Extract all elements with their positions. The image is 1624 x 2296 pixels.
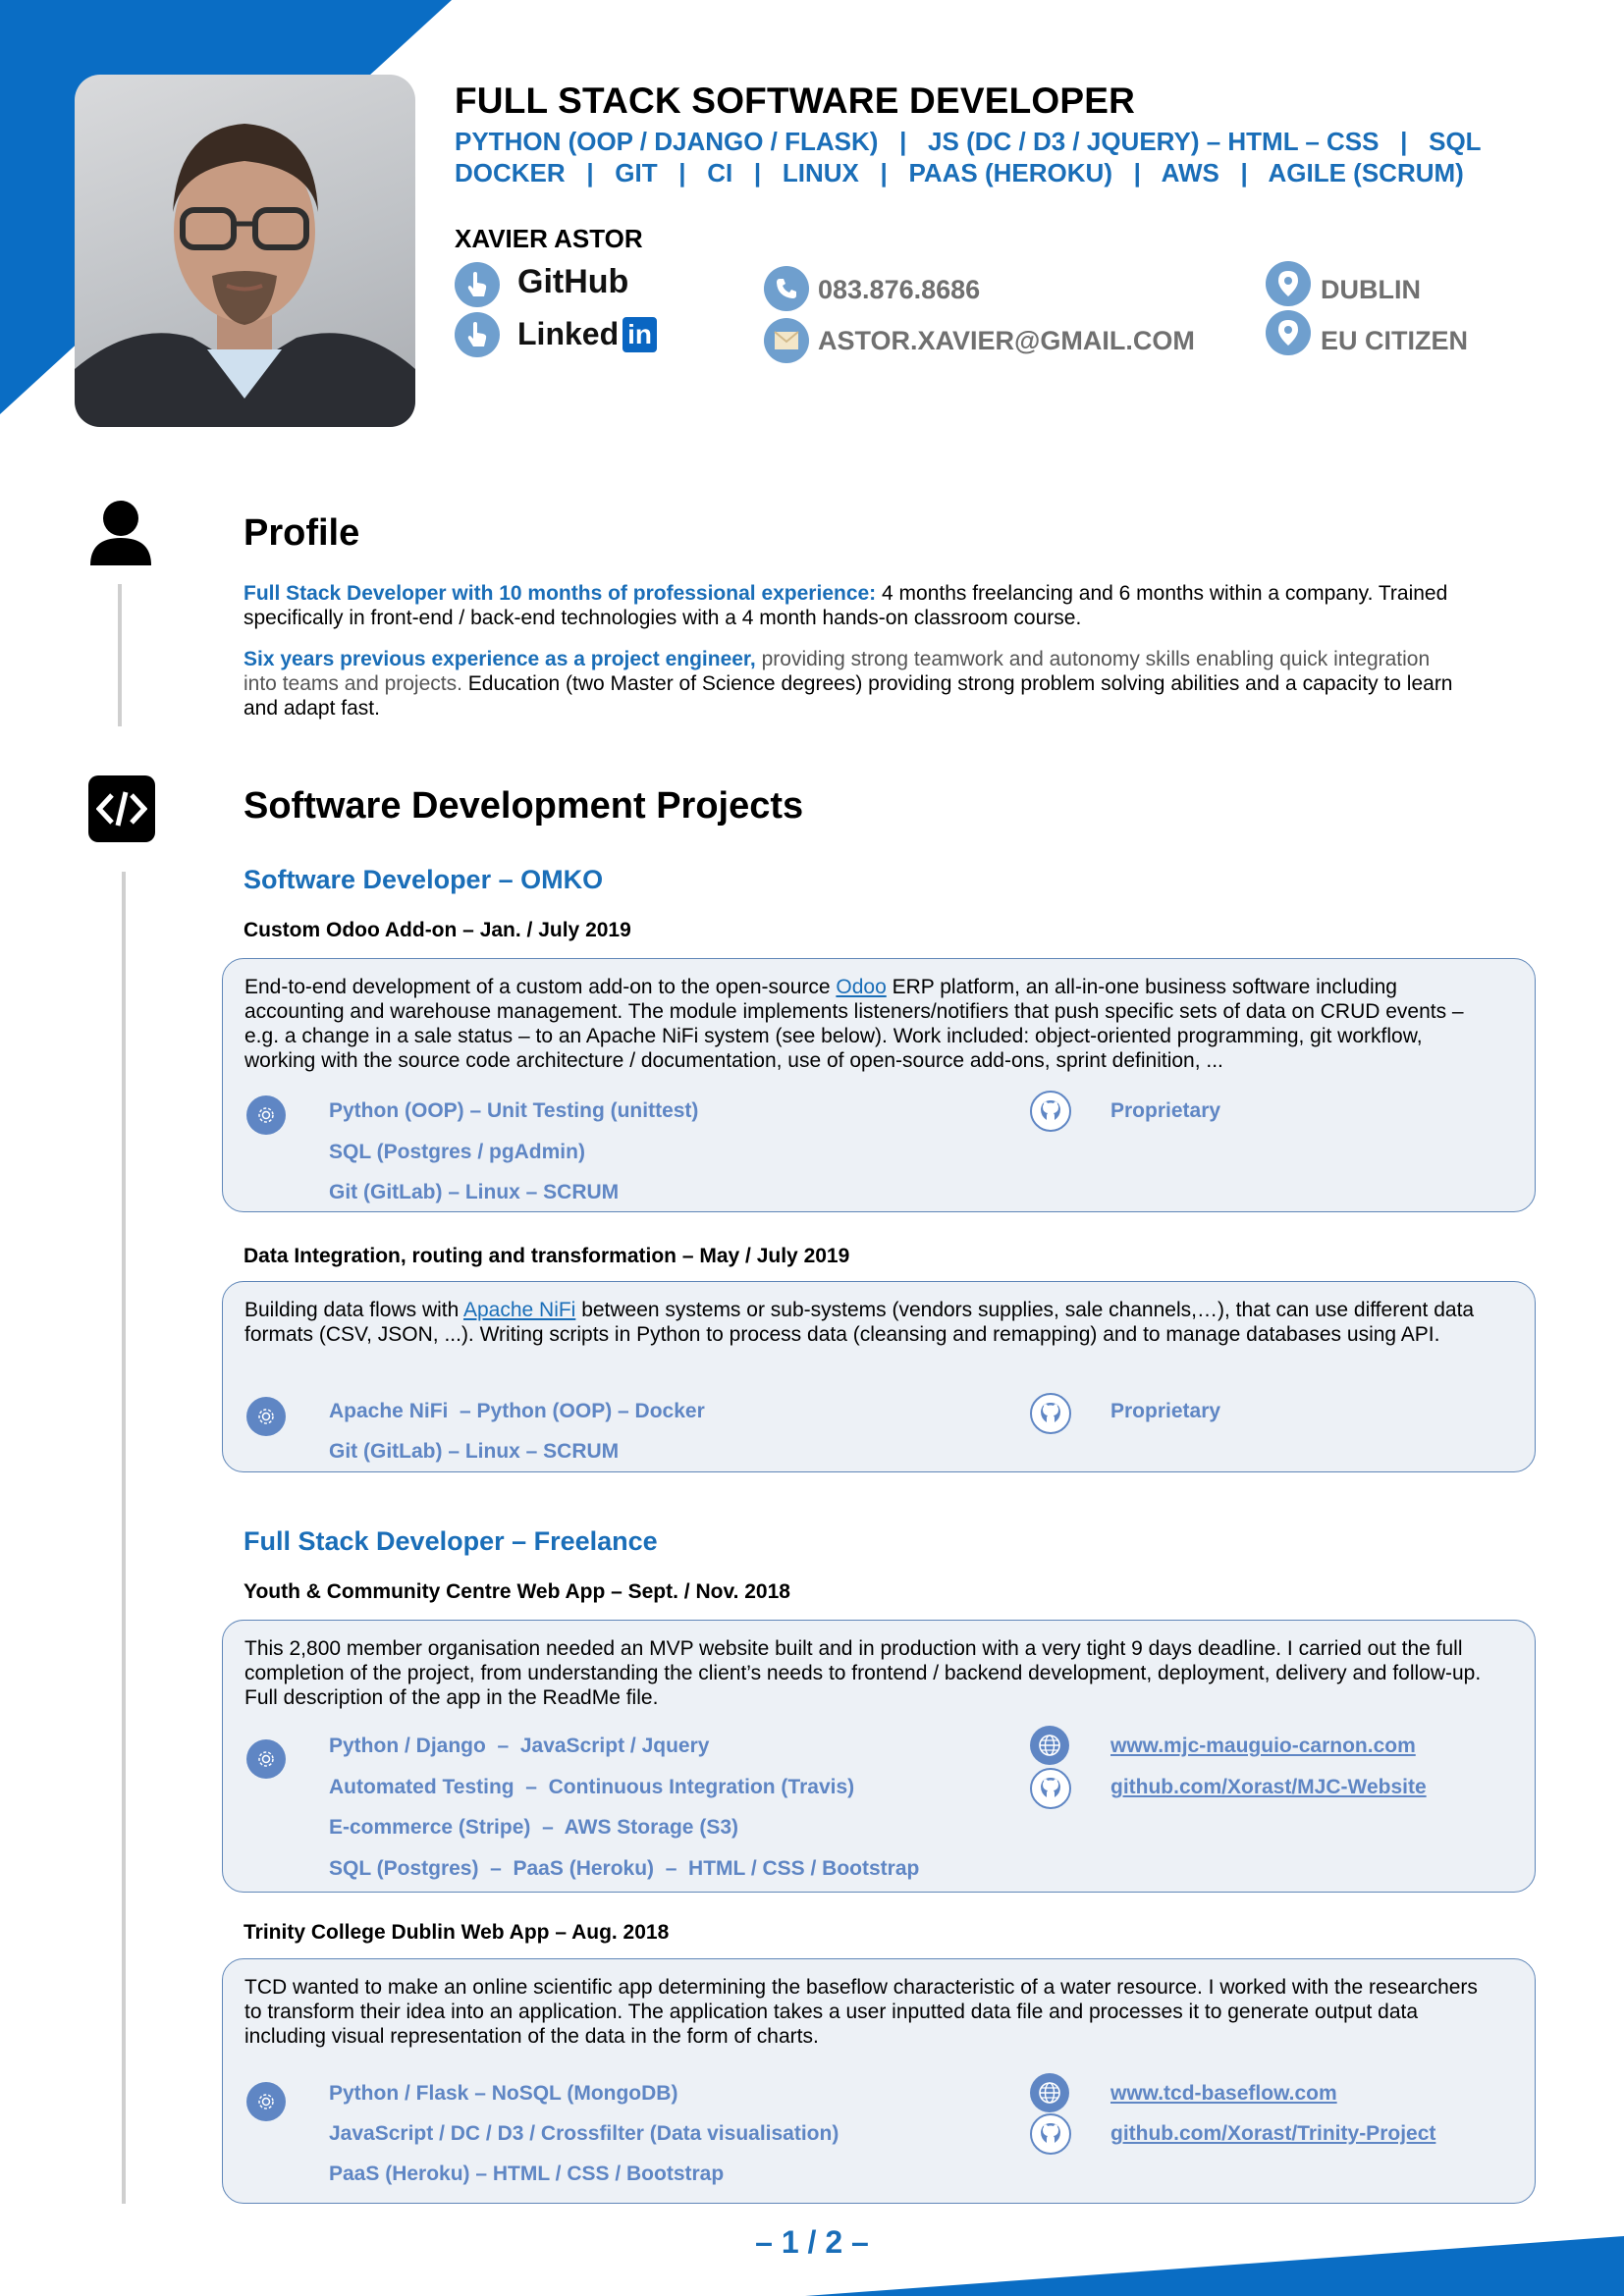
repository-link[interactable]: github.com/Xorast/MJC-Website [1110, 1776, 1427, 1799]
job-title: FULL STACK SOFTWARE DEVELOPER [455, 80, 1136, 121]
pointer-hand-icon [455, 262, 500, 307]
citizenship: EU CITIZEN [1321, 326, 1469, 355]
website-link[interactable]: www.tcd-baseflow.com [1110, 2082, 1337, 2106]
project-description: This 2,800 member organisation needed an… [244, 1637, 1482, 1709]
location-pin-icon [1266, 261, 1311, 306]
linkedin-label: Linked [517, 316, 620, 351]
timeline-line [118, 584, 122, 726]
phone-number[interactable]: 083.876.8686 [818, 275, 980, 305]
gear-icon [246, 1397, 286, 1436]
project-card: TCD wanted to make an online scientific … [222, 1958, 1536, 2204]
tech-item: Apache NiFi – Python (OOP) – Docker [329, 1400, 705, 1422]
profile-title: Profile [244, 512, 360, 554]
tech-item: Automated Testing – Continuous Integrati… [329, 1776, 855, 1798]
globe-icon [1030, 2073, 1069, 2112]
job-heading: Full Stack Developer – Freelance [244, 1526, 658, 1556]
pointer-hand-icon [455, 312, 500, 357]
gear-icon [246, 1739, 286, 1779]
project-description: TCD wanted to make an online scientific … [244, 1976, 1478, 2048]
project-card: Building data flows with Apache NiFi bet… [222, 1281, 1536, 1472]
project-description: End-to-end development of a custom add-o… [244, 975, 1491, 1073]
tech-item: SQL (Postgres) – PaaS (Heroku) – HTML / … [329, 1857, 920, 1880]
gear-icon [246, 2082, 286, 2121]
repository-label: Proprietary [1110, 1099, 1221, 1122]
odoo-link[interactable]: Odoo [836, 976, 886, 998]
profile-photo [75, 75, 415, 427]
repository-label: Proprietary [1110, 1400, 1221, 1422]
page-number: – 1 / 2 – [755, 2224, 869, 2260]
profile-highlight: Six years previous experience as a proje… [244, 648, 756, 670]
projects-title: Software Development Projects [244, 785, 804, 827]
globe-icon [1030, 1726, 1069, 1765]
project-card: End-to-end development of a custom add-o… [222, 958, 1536, 1212]
candidate-name: XAVIER ASTOR [455, 224, 643, 253]
project-title: Trinity College Dublin Web App – Aug. 20… [244, 1921, 670, 1944]
website-link[interactable]: www.mjc-mauguio-carnon.com [1110, 1735, 1416, 1758]
skills-line: PYTHON (OOP / DJANGO / FLASK) | JS (DC /… [455, 127, 1482, 156]
profile-highlight: Full Stack Developer with 10 months of p… [244, 582, 877, 605]
tech-item: Python / Django – JavaScript / Jquery [329, 1735, 710, 1757]
project-title: Data Integration, routing and transforma… [244, 1245, 850, 1267]
apache-nifi-link[interactable]: Apache NiFi [463, 1299, 575, 1321]
profile-paragraph: Six years previous experience as a proje… [244, 647, 1461, 721]
email-address[interactable]: ASTOR.XAVIER@GMAIL.COM [818, 326, 1195, 356]
project-card: This 2,800 member organisation needed an… [222, 1620, 1536, 1893]
repository-link[interactable]: github.com/Xorast/Trinity-Project [1110, 2122, 1435, 2146]
project-title: Youth & Community Centre Web App – Sept.… [244, 1580, 790, 1603]
tech-item: Git (GitLab) – Linux – SCRUM [329, 1181, 620, 1203]
person-icon [88, 499, 153, 570]
location-pin-icon [1266, 310, 1311, 355]
github-icon [1030, 1393, 1071, 1434]
description-text: Building data flows with [244, 1299, 463, 1321]
project-title: Custom Odoo Add-on – Jan. / July 2019 [244, 919, 631, 941]
location: DUBLIN [1321, 275, 1421, 304]
description-text: End-to-end development of a custom add-o… [244, 976, 837, 998]
timeline-line [122, 872, 126, 2204]
job-heading: Software Developer – OMKO [244, 865, 604, 894]
github-icon [1030, 1768, 1071, 1809]
email-icon [764, 318, 809, 363]
tech-item: Python / Flask – NoSQL (MongoDB) [329, 2082, 678, 2105]
code-icon [88, 775, 155, 842]
profile-paragraph: Full Stack Developer with 10 months of p… [244, 581, 1461, 630]
phone-icon [764, 266, 809, 311]
linkedin-link[interactable]: Linked in [517, 316, 658, 352]
skills-summary: PYTHON (OOP / DJANGO / FLASK) | JS (DC /… [455, 126, 1564, 188]
tech-item: PaaS (Heroku) – HTML / CSS / Bootstrap [329, 2163, 725, 2185]
tech-item: E-commerce (Stripe) – AWS Storage (S3) [329, 1816, 738, 1839]
github-link[interactable]: GitHub [517, 263, 628, 301]
gear-icon [246, 1095, 286, 1135]
linkedin-in-logo: in [623, 316, 658, 352]
github-icon [1030, 1091, 1071, 1132]
project-description: Building data flows with Apache NiFi bet… [244, 1298, 1491, 1347]
skills-line: DOCKER | GIT | CI | LINUX | PAAS (HEROKU… [455, 158, 1464, 187]
github-icon [1030, 2113, 1071, 2155]
tech-item: JavaScript / DC / D3 / Crossfilter (Data… [329, 2122, 839, 2145]
tech-item: SQL (Postgres / pgAdmin) [329, 1141, 585, 1163]
tech-item: Python (OOP) – Unit Testing (unittest) [329, 1099, 699, 1122]
tech-item: Git (GitLab) – Linux – SCRUM [329, 1440, 620, 1463]
